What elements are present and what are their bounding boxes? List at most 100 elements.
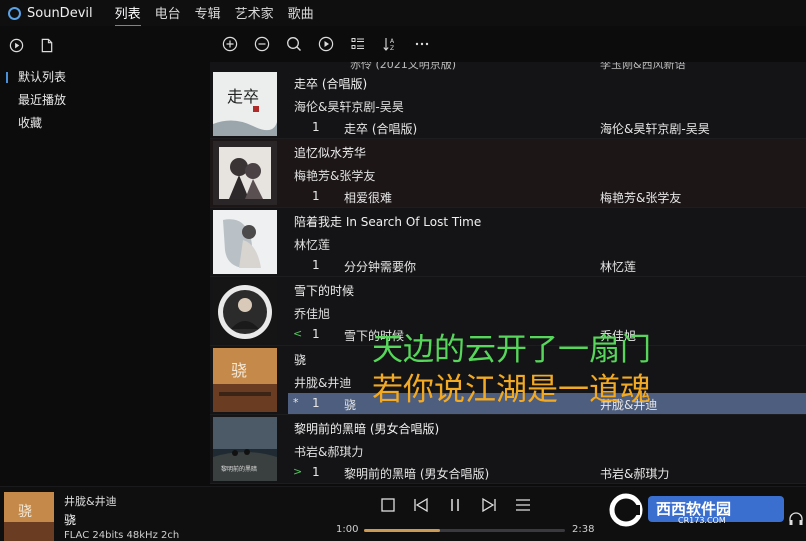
next-icon[interactable] <box>480 497 498 516</box>
album-cover <box>213 279 277 343</box>
sidebar-item-default-list[interactable]: 默认列表 <box>0 66 210 89</box>
album-artist[interactable]: 井胧&井迪 <box>294 374 351 391</box>
track-name: 走卒 (合唱版) <box>344 122 418 136</box>
album-title[interactable]: 骁 <box>294 351 306 368</box>
tab-album[interactable]: 专辑 <box>195 3 221 24</box>
add-icon[interactable] <box>219 36 241 52</box>
album-title[interactable]: 走卒 (合唱版) <box>294 75 367 92</box>
track-number: 1 <box>312 396 320 410</box>
track-number: 1 <box>312 465 320 479</box>
album-group: 骁 骁 井胧&井迪 * 1 骁 井胧&井迪 <box>210 346 806 415</box>
track-name: 分分钟需要你 <box>344 260 417 274</box>
now-playing-artist: 井胧&井迪 <box>64 495 117 508</box>
sidebar-tools <box>0 26 210 56</box>
album-title[interactable]: 雪下的时候 <box>294 282 354 299</box>
album-group: 雪下的时候 乔佳旭 < 1 雪下的时候 乔佳旭 <box>210 277 806 346</box>
list-view-icon[interactable] <box>347 36 369 52</box>
track-row[interactable]: < 1 雪下的时候 乔佳旭 <box>288 324 806 345</box>
track-name: 骁 <box>344 398 357 412</box>
album-artist[interactable]: 林忆莲 <box>294 236 330 253</box>
album-title[interactable]: 黎明前的黑暗 (男女合唱版) <box>294 420 439 437</box>
album-title[interactable]: 陪着我走 In Search Of Lost Time <box>294 213 481 230</box>
tab-songs[interactable]: 歌曲 <box>288 3 314 24</box>
time-total: 2:38 <box>572 524 595 535</box>
now-playing-title: 骁 <box>64 513 77 527</box>
album-artist[interactable]: 乔佳旭 <box>294 305 330 322</box>
new-playlist-icon[interactable] <box>40 38 54 56</box>
playlist-queue-icon[interactable] <box>514 497 532 516</box>
track-name: 黎明前的黑暗 (男女合唱版) <box>344 467 490 481</box>
cover-text: 骁 <box>231 361 247 380</box>
nav-tabs: 列表 电台 专辑 艺术家 歌曲 <box>114 3 328 27</box>
track-row[interactable]: 1 走卒 (合唱版) 海伦&昊轩京剧-吴昊 <box>288 117 806 138</box>
album-cover <box>213 210 277 274</box>
sidebar-item-favorites[interactable]: 收藏 <box>0 112 210 135</box>
tab-artist[interactable]: 艺术家 <box>235 3 274 24</box>
track-row[interactable]: > 1 黎明前的黑暗 (男女合唱版) 书岩&郝琪力 <box>288 462 806 483</box>
top-bar: SounDevil 列表 电台 专辑 艺术家 歌曲 <box>0 0 806 27</box>
track-artist: 井胧&井迪 <box>600 398 658 412</box>
svg-text:Z: Z <box>390 45 394 52</box>
remove-icon[interactable] <box>251 36 273 52</box>
album-group: 陪着我走 In Search Of Lost Time 林忆莲 1 分分钟需要你… <box>210 208 806 277</box>
sidebar-item-recent[interactable]: 最近播放 <box>0 89 210 112</box>
album-group: 黎明前的黑暗 黎明前的黑暗 (男女合唱版) 书岩&郝琪力 > 1 黎明前的黑暗 … <box>210 415 806 484</box>
previous-icon[interactable] <box>412 497 430 516</box>
list-toolbar: AZ <box>210 26 806 62</box>
track-artist: 林忆莲 <box>600 260 637 274</box>
play-circle-icon[interactable] <box>315 36 337 52</box>
album-artist[interactable]: 梅艳芳&张学友 <box>294 167 375 184</box>
search-icon[interactable] <box>283 36 305 52</box>
track-name: 相爱很难 <box>344 191 393 205</box>
playlist-list: 默认列表 最近播放 收藏 <box>0 66 210 135</box>
album-cover: 骁 <box>213 348 277 412</box>
track-row[interactable]: 1 相爱很难 梅艳芳&张学友 <box>288 186 806 207</box>
track-number: 1 <box>312 258 320 272</box>
album-title[interactable]: 追忆似水芳华 <box>294 144 366 161</box>
list-item-partial: 赤伶 (2021文明京版) 李玉刚&西风新语 <box>210 62 806 70</box>
album-group: 走卒 走卒 (合唱版) 海伦&昊轩京剧-吴昊 1 走卒 (合唱版) 海伦&昊轩京… <box>210 70 806 139</box>
track-artist: 梅艳芳&张学友 <box>600 191 682 205</box>
track-artist: 书岩&郝琪力 <box>600 467 670 481</box>
track-name: 雪下的时候 <box>344 329 405 343</box>
sort-icon[interactable]: AZ <box>379 36 401 52</box>
track-number: 1 <box>312 189 320 203</box>
time-current: 1:00 <box>336 524 359 535</box>
cover-text: 黎明前的黑暗 <box>221 465 257 473</box>
track-artist: 海伦&昊轩京剧-吴昊 <box>600 122 710 136</box>
track-mark: * <box>293 396 299 409</box>
album-group: 追忆似水芳华 梅艳芳&张学友 1 相爱很难 梅艳芳&张学友 <box>210 139 806 208</box>
track-row[interactable]: 1 分分钟需要你 林忆莲 <box>288 255 806 276</box>
album-artist[interactable]: 海伦&昊轩京剧-吴昊 <box>294 98 404 115</box>
pause-icon[interactable] <box>446 497 464 516</box>
site-watermark: 西西软件园 CR173.COM <box>604 492 786 528</box>
svg-text:A: A <box>390 38 395 45</box>
sidebar: 默认列表 最近播放 收藏 <box>0 26 210 486</box>
track-artist: 乔佳旭 <box>600 329 637 343</box>
watermark-subtext: CR173.COM <box>678 516 726 525</box>
progress-fill <box>364 529 441 532</box>
cover-text: 走卒 <box>227 87 259 106</box>
app-logo: SounDevil <box>8 6 93 21</box>
stop-icon[interactable] <box>380 497 396 516</box>
more-icon[interactable] <box>411 36 433 52</box>
track-number: 1 <box>312 327 320 341</box>
album-artist[interactable]: 书岩&郝琪力 <box>294 443 363 460</box>
cover-text: 骁 <box>18 504 32 520</box>
album-list: 赤伶 (2021文明京版) 李玉刚&西风新语 走卒 走卒 (合唱版) 海伦&昊轩… <box>210 62 806 486</box>
track-mark: > <box>293 465 303 478</box>
tab-radio[interactable]: 电台 <box>155 3 181 24</box>
play-circle-icon[interactable] <box>9 38 24 56</box>
headphone-icon[interactable] <box>788 511 804 530</box>
now-playing-cover[interactable]: 骁 <box>4 492 54 541</box>
album-cover: 黎明前的黑暗 <box>213 417 277 481</box>
playback-controls <box>380 497 548 516</box>
tab-list[interactable]: 列表 <box>114 3 141 27</box>
logo-icon <box>8 6 21 20</box>
app-title: SounDevil <box>27 5 93 21</box>
track-row-playing[interactable]: * 1 骁 井胧&井迪 <box>288 393 806 414</box>
partial-track-title: 赤伶 (2021文明京版) <box>350 62 457 70</box>
progress-bar[interactable] <box>364 529 565 532</box>
partial-track-artist: 李玉刚&西风新语 <box>600 62 686 70</box>
audio-format: FLAC 24bits 48kHz 2ch <box>64 530 180 541</box>
